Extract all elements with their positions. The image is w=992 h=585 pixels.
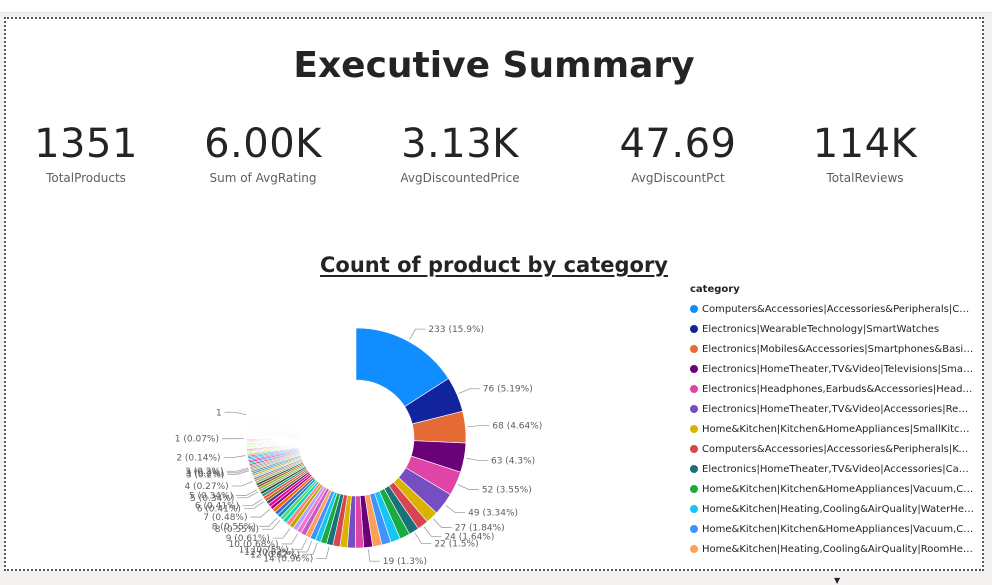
leader-line <box>467 426 489 427</box>
legend-items: Computers&Accessories|Accessories&Periph… <box>690 299 980 559</box>
legend-swatch <box>690 345 698 353</box>
legend-item[interactable]: Electronics|HomeTheater,TV&Video|Televis… <box>690 359 980 379</box>
legend-label: Electronics|HomeTheater,TV&Video|Accesso… <box>702 404 974 415</box>
data-label: 52 (3.55%) <box>482 485 532 495</box>
leader-line <box>259 518 277 527</box>
data-label: 2 (0.14%) <box>176 453 220 463</box>
legend-swatch <box>690 305 698 313</box>
legend-swatch <box>690 385 698 393</box>
legend-swatch <box>690 445 698 453</box>
legend-swatch <box>690 485 698 493</box>
legend-item[interactable]: Home&Kitchen|Heating,Cooling&AirQuality|… <box>690 539 980 559</box>
legend-label: Computers&Accessories|Accessories&Periph… <box>702 304 974 315</box>
leader-line <box>273 528 290 538</box>
legend-swatch <box>690 365 698 373</box>
caret-down-icon[interactable]: ▼ <box>834 576 840 585</box>
data-label: 3 (0.2%) <box>185 467 223 477</box>
data-label: 76 (5.19%) <box>483 385 533 395</box>
report-canvas: Executive Summary 1351 TotalProducts 6.0… <box>4 17 984 571</box>
legend-label: Home&Kitchen|Kitchen&HomeAppliances|Vacu… <box>702 484 974 495</box>
legend-swatch <box>690 545 698 553</box>
leader-line <box>424 527 441 537</box>
legend-item[interactable]: Home&Kitchen|Kitchen&HomeAppliances|Smal… <box>690 419 980 439</box>
data-label: 8 (0.55%) <box>212 522 256 532</box>
leader-line <box>415 533 431 543</box>
leader-line <box>410 329 426 340</box>
legend-swatch <box>690 405 698 413</box>
leader-line <box>232 481 253 486</box>
legend-swatch <box>690 505 698 513</box>
data-label: 19 (1.3%) <box>383 557 427 567</box>
legend-item[interactable]: Electronics|Headphones,Earbuds&Accessori… <box>690 379 980 399</box>
legend-item[interactable]: Home&Kitchen|Kitchen&HomeAppliances|Vacu… <box>690 479 980 499</box>
leader-line <box>316 547 329 559</box>
legend-item[interactable]: Electronics|HomeTheater,TV&Video|Accesso… <box>690 399 980 419</box>
legend-label: Home&Kitchen|Heating,Cooling&AirQuality|… <box>702 544 974 555</box>
legend-label: Electronics|HomeTheater,TV&Video|Accesso… <box>702 464 974 475</box>
legend-item[interactable]: Electronics|Mobiles&Accessories|Smartpho… <box>690 339 980 359</box>
legend-label: Home&Kitchen|Kitchen&HomeAppliances|Smal… <box>702 424 974 435</box>
legend-title: category <box>690 284 980 295</box>
data-label: 68 (4.64%) <box>492 422 542 432</box>
legend-item[interactable]: Computers&Accessories|Accessories&Periph… <box>690 439 980 459</box>
data-label: 1 (0.07%) <box>175 435 219 445</box>
legend-swatch <box>690 325 698 333</box>
leader-line <box>225 412 247 414</box>
leader-line <box>459 389 480 394</box>
legend-item[interactable]: Electronics|WearableTechnology|SmartWatc… <box>690 319 980 339</box>
legend-label: Computers&Accessories|Accessories&Periph… <box>702 444 974 455</box>
legend-label: Electronics|Headphones,Earbuds&Accessori… <box>702 384 974 395</box>
data-label: 9 (0.61%) <box>226 534 270 544</box>
legend-label: Home&Kitchen|Heating,Cooling&AirQuality|… <box>702 504 974 515</box>
chart-legend[interactable]: category Computers&Accessories|Accessori… <box>690 284 980 559</box>
leader-line <box>250 509 269 517</box>
legend-item[interactable]: Electronics|HomeTheater,TV&Video|Accesso… <box>690 459 980 479</box>
data-label: 63 (4.3%) <box>491 456 535 466</box>
legend-label: Electronics|Mobiles&Accessories|Smartpho… <box>702 344 974 355</box>
data-label: 49 (3.34%) <box>468 508 518 518</box>
leader-line <box>262 520 280 529</box>
legend-item[interactable]: Home&Kitchen|Kitchen&HomeAppliances|Vacu… <box>690 519 980 539</box>
legend-item[interactable]: Computers&Accessories|Accessories&Periph… <box>690 299 980 319</box>
legend-swatch <box>690 465 698 473</box>
legend-label: Home&Kitchen|Kitchen&HomeAppliances|Vacu… <box>702 524 974 535</box>
leader-line <box>466 458 488 460</box>
legend-label: Electronics|WearableTechnology|SmartWatc… <box>702 324 974 335</box>
leader-line <box>368 549 379 561</box>
top-toolbar-strip <box>0 0 992 13</box>
leader-line <box>282 534 298 544</box>
legend-label: Electronics|HomeTheater,TV&Video|Televis… <box>702 364 974 375</box>
data-label: 233 (15.9%) <box>428 325 484 335</box>
data-label: 4 (0.27%) <box>184 482 228 492</box>
legend-swatch <box>690 525 698 533</box>
leader-line <box>433 519 451 528</box>
data-label: 7 (0.48%) <box>203 513 247 523</box>
data-label: 1 <box>216 408 222 418</box>
leader-line <box>458 484 479 489</box>
data-label: 5 (0.34%) <box>189 491 233 501</box>
legend-swatch <box>690 425 698 433</box>
leader-line <box>224 456 246 458</box>
leader-line <box>446 505 466 512</box>
data-label: 22 (1.5%) <box>434 539 478 549</box>
legend-item[interactable]: Home&Kitchen|Heating,Cooling&AirQuality|… <box>690 499 980 519</box>
